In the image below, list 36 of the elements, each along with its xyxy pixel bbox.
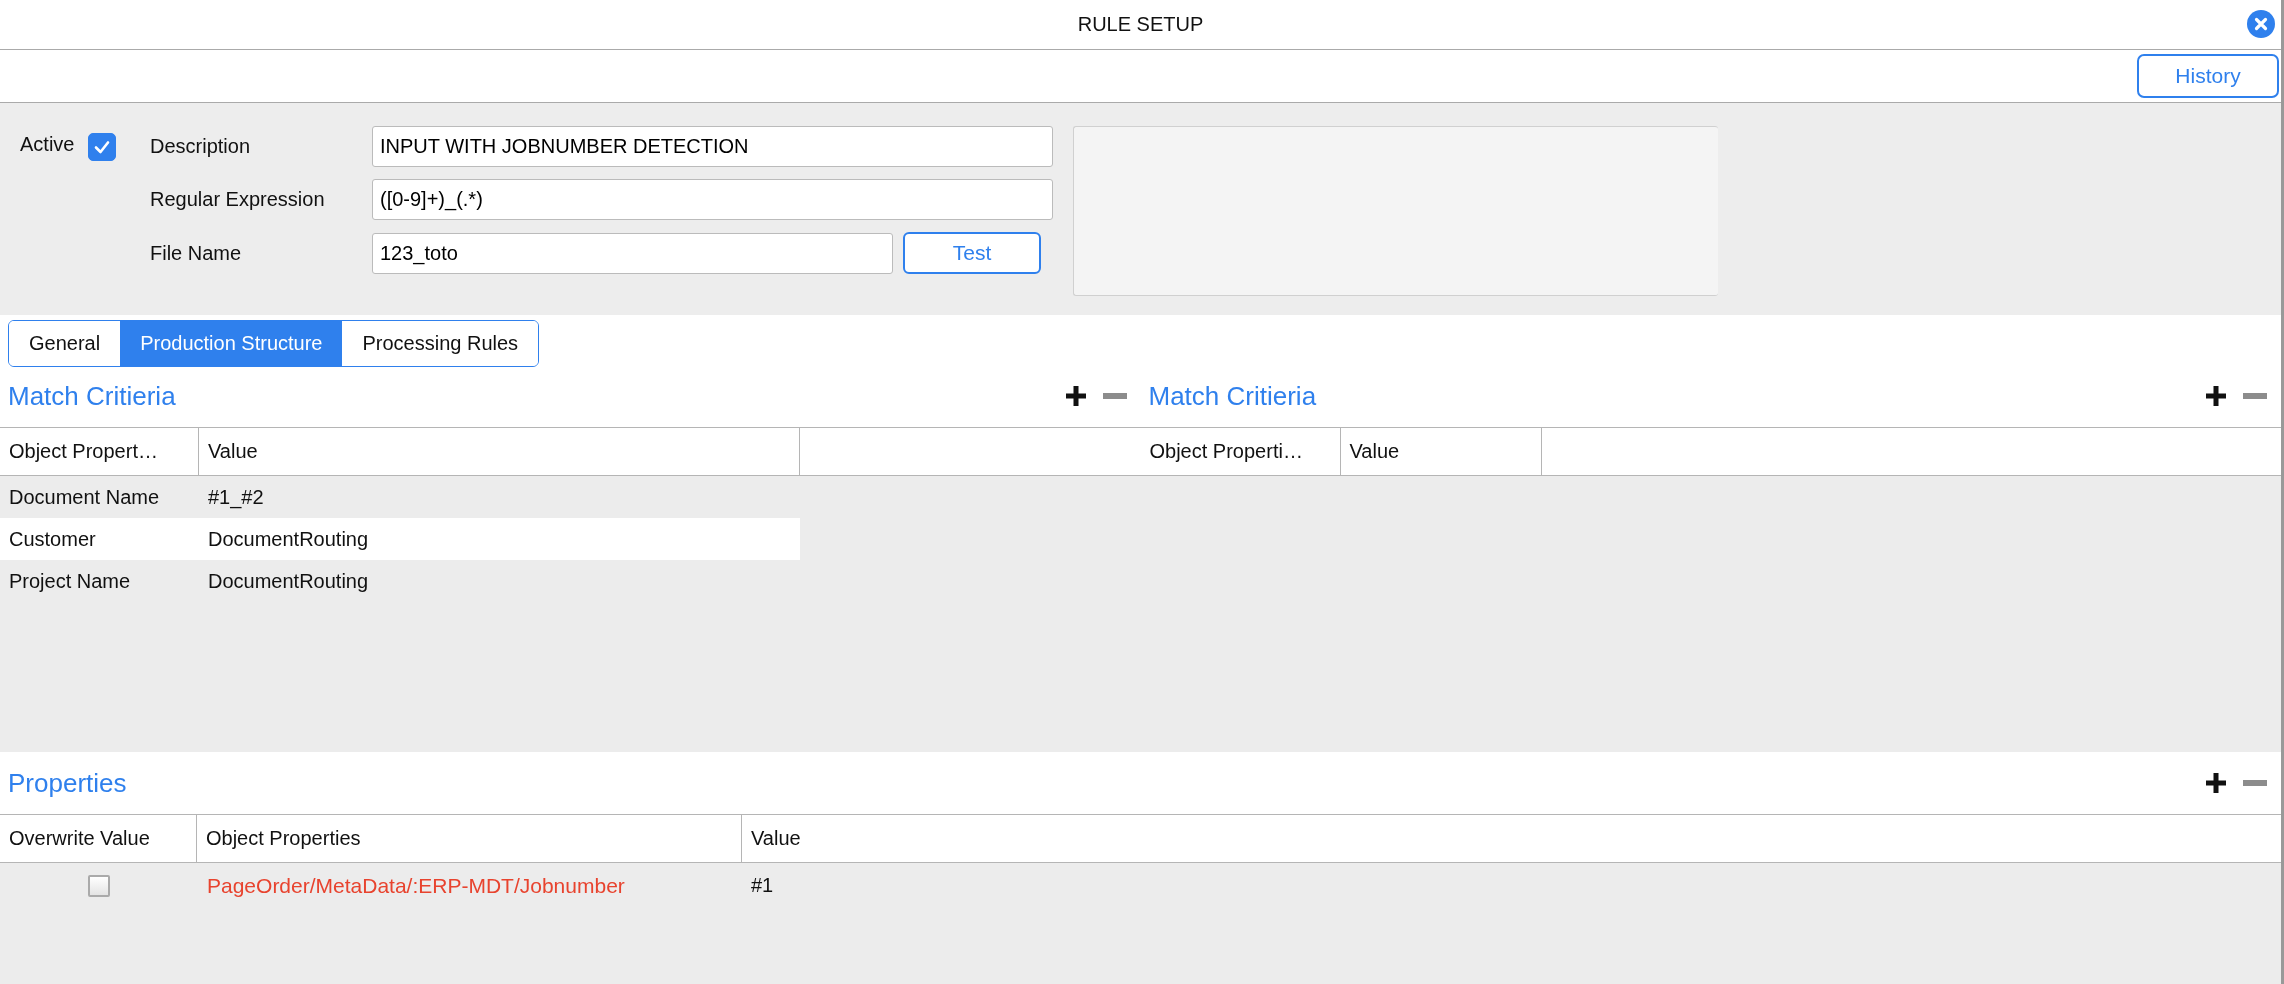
column-header[interactable]: Object Properties (197, 815, 742, 862)
close-icon[interactable] (2247, 10, 2275, 38)
column-header[interactable]: Value (199, 428, 800, 475)
test-button[interactable]: Test (903, 232, 1041, 274)
column-header[interactable]: Overwrite Value (0, 815, 197, 862)
table-cell-text: #1_#2 (207, 485, 264, 509)
add-icon[interactable] (2205, 385, 2227, 407)
history-button[interactable]: History (2137, 54, 2279, 98)
section-title: Match Critieria (8, 380, 176, 412)
active-checkbox[interactable] (88, 133, 117, 161)
object-property-text: PageOrder/MetaData/:ERP-MDT/Jobnumber (206, 873, 625, 897)
column-header[interactable]: Object Propert… (0, 428, 199, 475)
table-cell-text: Project Name (8, 569, 132, 593)
add-icon[interactable] (1064, 385, 1087, 407)
input-field[interactable]: ([0-9]+)_(.*) (372, 179, 1053, 220)
table-cell-text: DocumentRouting (207, 527, 369, 551)
section-title: Match Critieria (1148, 380, 1317, 412)
field-label: File Name (150, 241, 243, 265)
column-header[interactable]: Value (1340, 428, 1542, 475)
active-label: Active (20, 133, 75, 156)
remove-icon[interactable] (1102, 393, 1127, 399)
window-title: RULE SETUP (1077, 13, 1204, 36)
table-cell-text: Customer (8, 527, 97, 551)
add-icon[interactable] (2205, 772, 2227, 794)
input-field[interactable]: 123_toto (372, 232, 893, 274)
section-title: Properties (8, 767, 127, 799)
table-cell-text: Document Name (8, 485, 161, 509)
column-header[interactable]: Object Properti… (1140, 428, 1341, 475)
field-label: Regular Expression (150, 188, 326, 211)
column-header[interactable]: Value (742, 815, 2281, 862)
field-label: Description (150, 135, 252, 158)
input-field[interactable]: INPUT WITH JOBNUMBER DETECTION (372, 126, 1053, 167)
overwrite-checkbox[interactable] (87, 874, 110, 897)
table-cell-text: #1 (750, 874, 775, 897)
table-cell-text: DocumentRouting (207, 569, 369, 593)
tab[interactable]: Production Structure (120, 321, 343, 366)
